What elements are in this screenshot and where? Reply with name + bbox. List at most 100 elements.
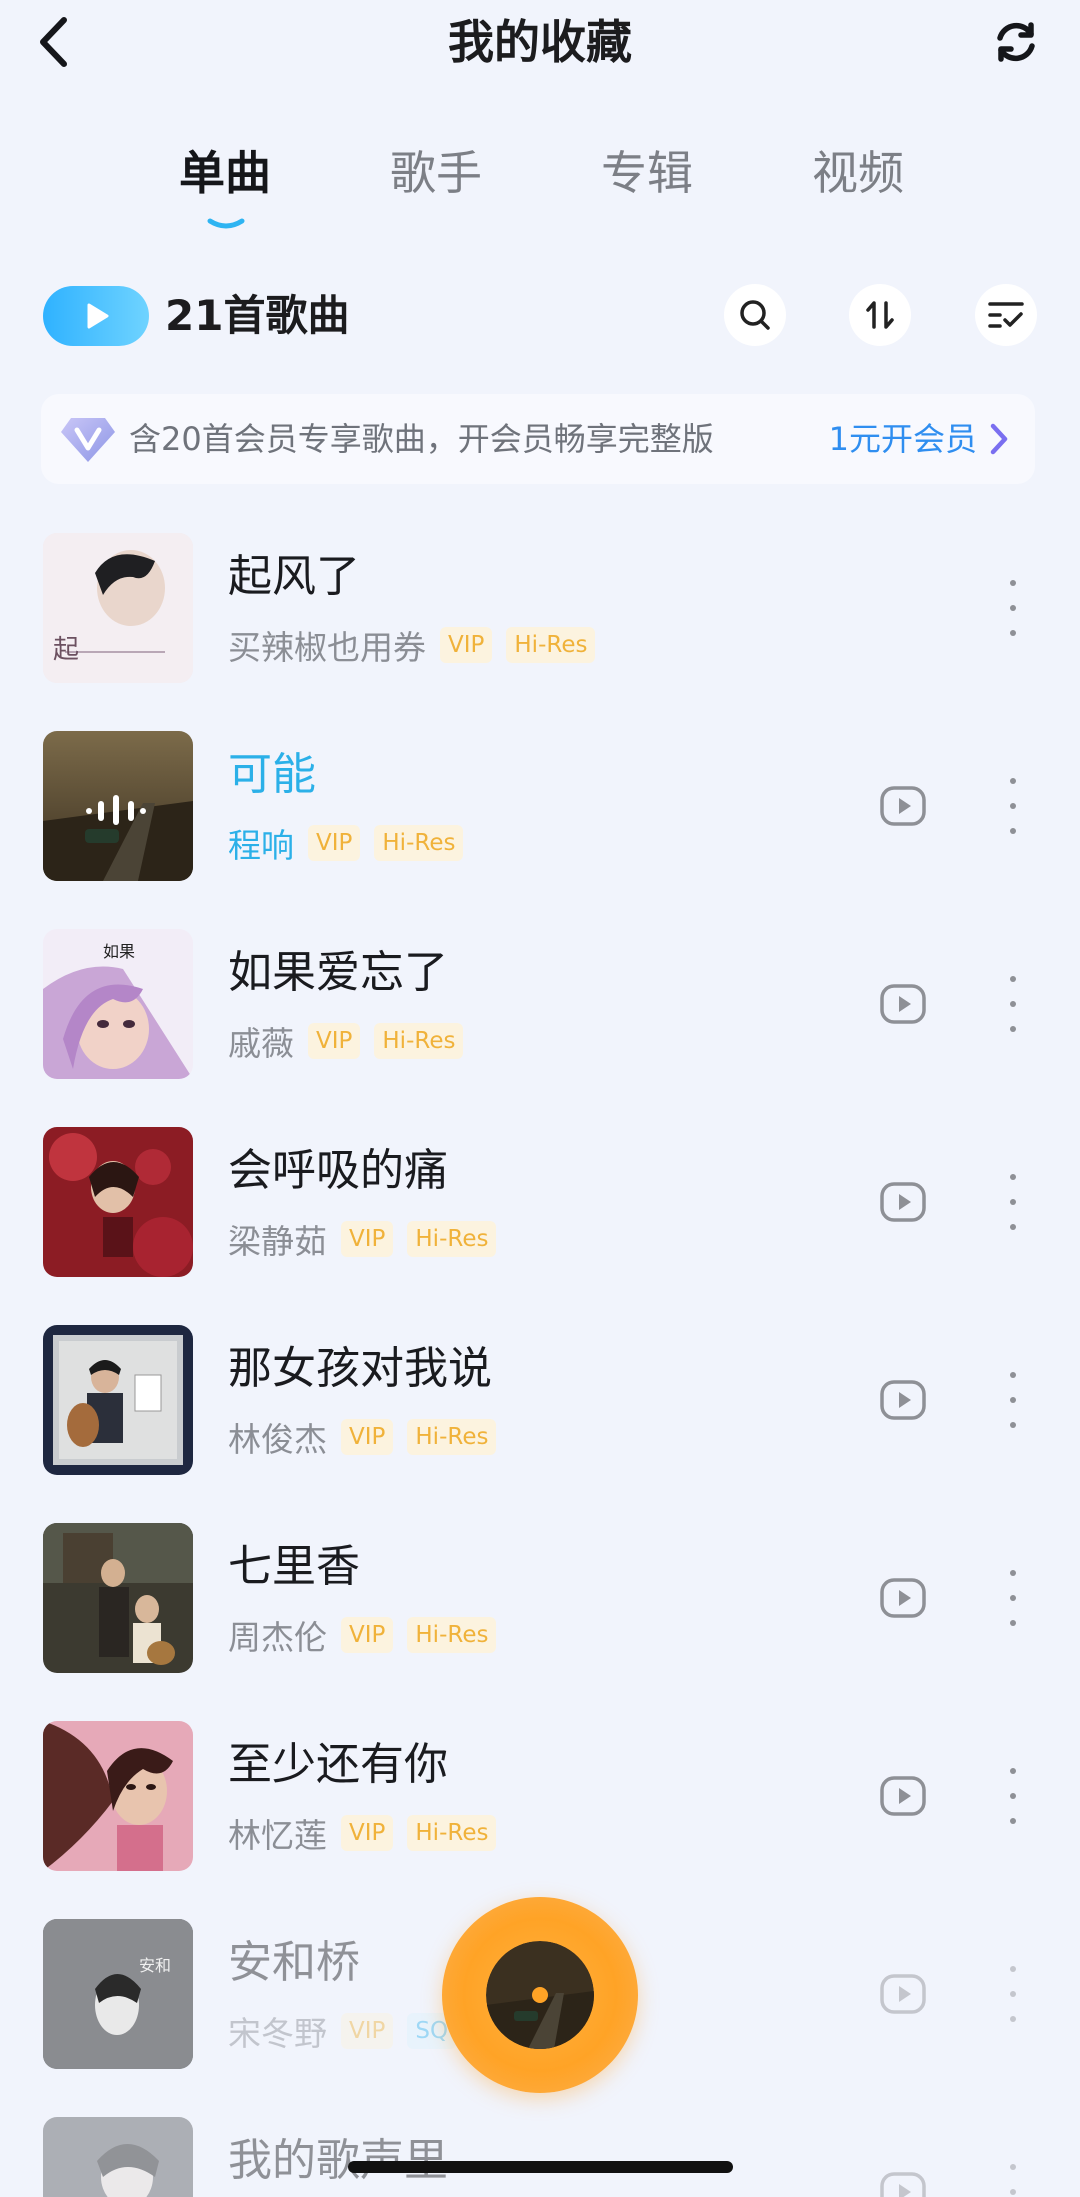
more-dot (1010, 1570, 1016, 1576)
more-dot (1010, 2189, 1016, 2195)
album-cover: 安和 (43, 1919, 193, 2069)
more-options-button[interactable] (998, 1966, 1028, 2022)
play-video-icon[interactable] (879, 1970, 927, 2018)
artist-name: 宋冬野 (228, 2014, 327, 2053)
batch-select-button[interactable] (975, 284, 1037, 346)
play-video-icon[interactable] (879, 1376, 927, 1424)
song-row[interactable]: 可能 程响 VIP Hi-Res (0, 718, 1080, 916)
tab-videos[interactable]: 视频 (812, 143, 904, 203)
more-dot (1010, 1595, 1016, 1601)
hires-badge: Hi-Res (506, 627, 596, 663)
refresh-button[interactable] (988, 14, 1044, 70)
more-options-button[interactable] (998, 580, 1028, 636)
song-meta: 程响 VIP Hi-Res (228, 818, 477, 868)
home-indicator (348, 2161, 733, 2173)
more-options-button[interactable] (998, 1768, 1028, 1824)
song-row[interactable]: 会呼吸的痛 梁静茹 VIP Hi-Res (0, 1114, 1080, 1312)
song-title: 安和桥 (228, 1937, 360, 1988)
vip-badge: VIP (308, 1023, 361, 1059)
song-row[interactable]: 七里香 周杰伦 VIP Hi-Res (0, 1510, 1080, 1708)
more-dot (1010, 1224, 1016, 1230)
hires-badge: Hi-Res (407, 1419, 497, 1455)
chevron-right-icon (990, 423, 1008, 455)
song-row[interactable]: 至少还有你 林忆莲 VIP Hi-Res (0, 1708, 1080, 1906)
more-options-button[interactable] (998, 778, 1028, 834)
search-button[interactable] (724, 284, 786, 346)
album-cover (43, 1523, 193, 1673)
more-dot (1010, 803, 1016, 809)
tab-albums[interactable]: 专辑 (601, 143, 693, 203)
search-icon (740, 300, 770, 330)
more-dot (1010, 1397, 1016, 1403)
refresh-icon (997, 22, 1035, 62)
song-title: 七里香 (228, 1541, 360, 1592)
now-playing-disc (486, 1941, 594, 2049)
more-dot (1010, 1818, 1016, 1824)
song-meta: 林俊杰 VIP Hi-Res (228, 1412, 510, 1462)
favorites-screen: 我的收藏 单曲 歌手 专辑 视频 21首歌曲 含20首会员专享歌曲，开会员畅享完… (0, 0, 1080, 2197)
play-all-button[interactable] (43, 286, 149, 346)
song-title: 起风了 (228, 551, 360, 602)
list-toolbar: 21首歌曲 (0, 278, 1080, 356)
more-options-button[interactable] (998, 1174, 1028, 1230)
song-row[interactable]: 那女孩对我说 林俊杰 VIP Hi-Res (0, 1312, 1080, 1510)
more-dot (1010, 2016, 1016, 2022)
more-dot (1010, 778, 1016, 784)
play-video-icon[interactable] (879, 2168, 927, 2197)
song-meta: 买辣椒也用券 VIP Hi-Res (228, 620, 609, 670)
play-video-icon[interactable] (879, 1574, 927, 1622)
more-dot (1010, 580, 1016, 586)
vip-banner-text: 含20首会员专享歌曲，开会员畅享完整版 (129, 420, 714, 458)
more-dot (1010, 1001, 1016, 1007)
more-dot (1010, 2164, 1016, 2170)
more-dot (1010, 1174, 1016, 1180)
more-options-button[interactable] (998, 976, 1028, 1032)
song-meta: 戚薇 VIP Hi-Res (228, 1016, 477, 1066)
more-options-button[interactable] (998, 1372, 1028, 1428)
song-count: 21首歌曲 (165, 291, 350, 340)
more-dot (1010, 976, 1016, 982)
more-dot (1010, 605, 1016, 611)
more-dot (1010, 1026, 1016, 1032)
artist-name: 程响 (228, 826, 294, 865)
song-meta: 宋冬野 VIP SQ (228, 2006, 470, 2056)
more-options-button[interactable] (998, 1570, 1028, 1626)
vip-join-link[interactable]: 1元开会员 (829, 412, 977, 466)
album-cover (43, 1721, 193, 1871)
play-video-icon[interactable] (879, 1772, 927, 1820)
artist-name: 周杰伦 (228, 1618, 327, 1657)
song-row[interactable]: 起 起风了 买辣椒也用券 VIP Hi-Res (0, 520, 1080, 718)
song-meta: 林忆莲 VIP Hi-Res (228, 1808, 510, 1858)
play-video-icon[interactable] (879, 782, 927, 830)
play-video-icon[interactable] (879, 1178, 927, 1226)
vip-badge: VIP (308, 825, 361, 861)
more-dot (1010, 1768, 1016, 1774)
tab-songs[interactable]: 单曲 (179, 143, 271, 203)
artist-name: 买辣椒也用券 (228, 628, 426, 667)
vip-promo-banner[interactable]: 含20首会员专享歌曲，开会员畅享完整版 1元开会员 (41, 394, 1035, 484)
hires-badge: Hi-Res (407, 1617, 497, 1653)
more-dot (1010, 1199, 1016, 1205)
more-options-button[interactable] (998, 2164, 1028, 2197)
vip-badge: VIP (341, 1617, 394, 1653)
hires-badge: Hi-Res (374, 825, 464, 861)
song-row[interactable]: 如果 如果爱忘了 戚薇 VIP Hi-Res (0, 916, 1080, 1114)
tab-artists[interactable]: 歌手 (390, 143, 482, 203)
artist-name: 林忆莲 (228, 1816, 327, 1855)
tab-active-indicator (207, 218, 245, 229)
album-cover (43, 1127, 193, 1277)
album-cover: 如果 (43, 929, 193, 1079)
album-cover (43, 1325, 193, 1475)
song-row[interactable]: 我的歌声里 (0, 2104, 1080, 2197)
more-dot (1010, 1620, 1016, 1626)
sort-icon (866, 301, 894, 329)
album-cover (43, 731, 193, 881)
play-video-icon[interactable] (879, 980, 927, 1028)
album-cover: 起 (43, 533, 193, 683)
more-dot (1010, 1793, 1016, 1799)
sort-button[interactable] (849, 284, 911, 346)
floating-player-button[interactable] (442, 1897, 638, 2093)
diamond-icon (61, 418, 115, 462)
vip-badge: VIP (440, 627, 493, 663)
svg-text:如果: 如果 (103, 942, 135, 961)
